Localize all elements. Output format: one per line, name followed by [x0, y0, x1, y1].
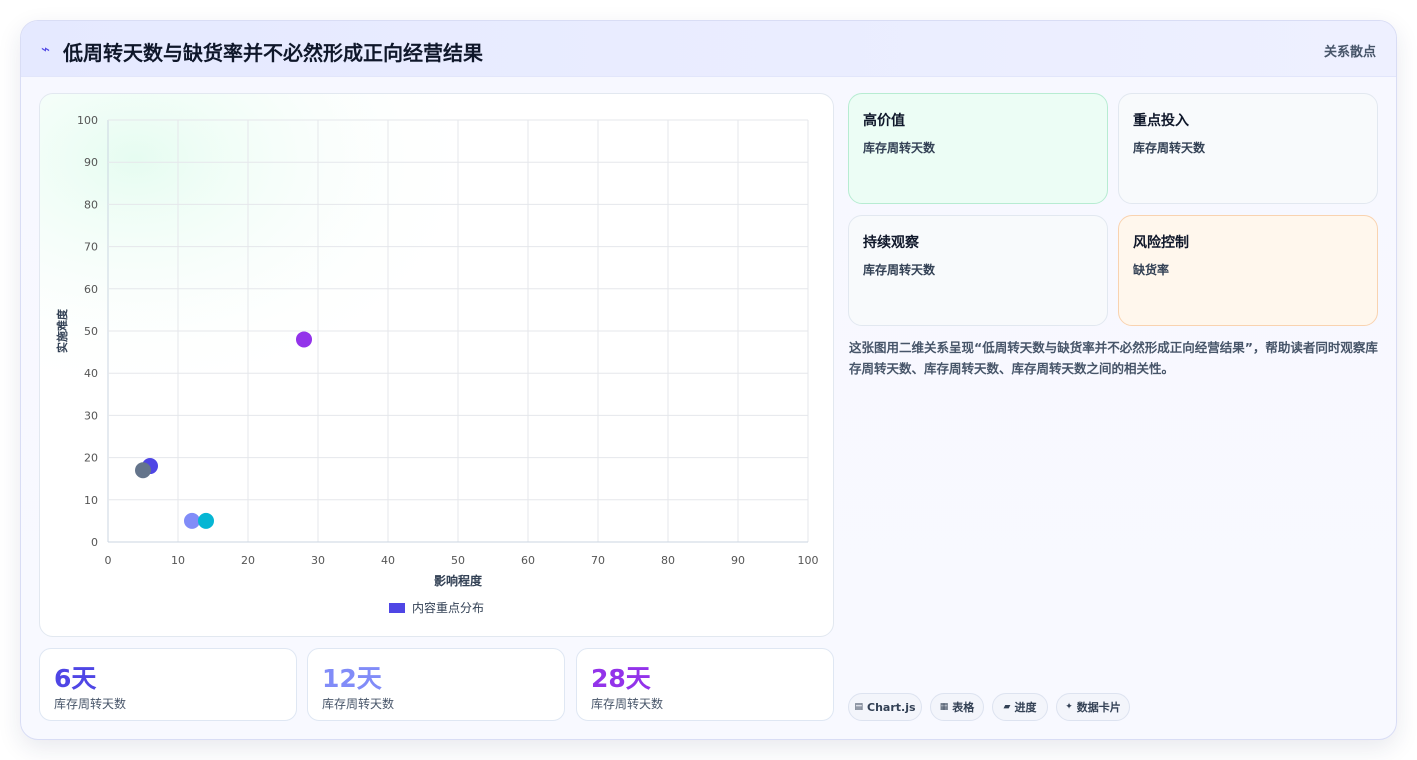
quadrant-title: 持续观察	[863, 235, 919, 251]
quadrant-card-focus-invest: 重点投入 库存周转天数	[1118, 93, 1378, 204]
chart-description: 这张图用二维关系呈现“低周转天数与缺货率并不必然形成正向经营结果”，帮助读者同时…	[849, 340, 1378, 376]
x-tick-label: 100	[798, 554, 819, 567]
quadrant-subtitle: 缺货率	[1133, 263, 1170, 277]
y-tick-label: 80	[84, 198, 98, 211]
card-header: ⌁ 低周转天数与缺货率并不必然形成正向经营结果 关系散点	[21, 21, 1396, 77]
y-tick-label: 100	[77, 114, 98, 127]
y-tick-label: 90	[84, 156, 98, 169]
legend-label: 内容重点分布	[412, 600, 484, 615]
stat-card-2: 12天 库存周转天数	[307, 648, 565, 721]
stat-label: 库存周转天数	[322, 697, 395, 711]
chip-label: 表格	[952, 701, 975, 714]
chart-type-tag: 关系散点	[1323, 45, 1376, 60]
x-tick-label: 80	[661, 554, 675, 567]
progress-icon: ▰	[1003, 702, 1011, 712]
stat-label: 库存周转天数	[54, 697, 127, 711]
quadrant-card-high-value: 高价值 库存周转天数	[848, 93, 1108, 204]
x-tick-label: 10	[171, 554, 185, 567]
report-card: ⌁ 低周转天数与缺货率并不必然形成正向经营结果 关系散点 0 10 20 30 40 50…	[20, 20, 1397, 740]
page-title: 低周转天数与缺货率并不必然形成正向经营结果	[63, 41, 483, 65]
x-axis-label: 影响程度	[434, 573, 483, 588]
scatter-point[interactable]	[296, 331, 312, 348]
chart-background-glow	[40, 94, 833, 636]
quadrant-card-risk-control: 风险控制 缺货率	[1118, 215, 1378, 326]
x-tick-label: 20	[241, 554, 255, 567]
quadrant-card-observe: 持续观察 库存周转天数	[848, 215, 1108, 326]
lightning-icon: ⌁	[41, 40, 51, 58]
quadrant-title: 重点投入	[1133, 113, 1189, 129]
y-tick-label: 10	[84, 494, 98, 507]
quadrant-title: 高价值	[863, 113, 905, 129]
y-tick-label: 30	[84, 409, 98, 422]
stat-value: 12天	[322, 664, 382, 693]
x-tick-label: 90	[731, 554, 745, 567]
stat-card-1: 6天 库存周转天数	[39, 648, 297, 721]
chip-progress[interactable]: ▰ 进度	[992, 693, 1048, 721]
stat-value: 6天	[54, 664, 97, 693]
stat-value: 28天	[591, 664, 651, 693]
x-tick-label: 50	[451, 554, 465, 567]
quadrant-subtitle: 库存周转天数	[1133, 141, 1206, 155]
scatter-chart: 0 10 20 30 40 50 60 70 80 90 100 0 10 20 30 40 50 60 70 80 9…	[40, 94, 833, 636]
scatter-chart-panel: 0 10 20 30 40 50 60 70 80 90 100 0 10 20 30 40 50 60 70 80 9…	[39, 93, 834, 637]
chip-table[interactable]: ▦ 表格	[930, 693, 984, 721]
chip-chartjs[interactable]: ▤ Chart.js	[848, 693, 922, 721]
scatter-point[interactable]	[198, 512, 214, 529]
y-tick-label: 60	[84, 283, 98, 296]
table-icon: ▦	[939, 702, 949, 712]
x-tick-label: 70	[591, 554, 605, 567]
x-tick-label: 40	[381, 554, 395, 567]
y-tick-label: 20	[84, 452, 98, 465]
y-axis-label: 实施难度	[55, 308, 69, 353]
stat-card-3: 28天 库存周转天数	[576, 648, 834, 721]
scatter-point[interactable]	[135, 462, 151, 479]
sparkle-icon: ✦	[1065, 702, 1073, 712]
chart-icon: ▤	[854, 702, 863, 712]
quadrant-title: 风险控制	[1133, 235, 1189, 251]
chip-label: 进度	[1014, 701, 1037, 714]
x-tick-label: 30	[311, 554, 325, 567]
chip-label: Chart.js	[867, 700, 916, 714]
legend-swatch	[389, 603, 405, 613]
y-tick-label: 50	[84, 325, 98, 338]
y-tick-label: 40	[84, 367, 98, 380]
quadrant-subtitle: 库存周转天数	[863, 141, 936, 155]
x-tick-label: 60	[521, 554, 535, 567]
quadrant-subtitle: 库存周转天数	[863, 263, 936, 277]
chip-data-card[interactable]: ✦ 数据卡片	[1056, 693, 1130, 721]
x-tick-label: 0	[105, 554, 112, 567]
stat-label: 库存周转天数	[591, 697, 664, 711]
y-tick-label: 0	[91, 536, 98, 549]
chip-label: 数据卡片	[1076, 701, 1121, 714]
y-tick-label: 70	[84, 241, 98, 254]
scatter-point[interactable]	[184, 512, 200, 529]
